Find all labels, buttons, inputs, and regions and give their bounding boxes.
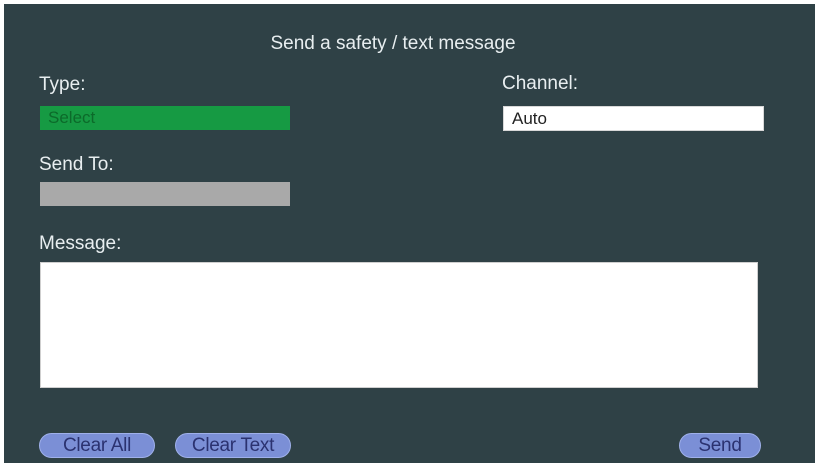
send-to-label: Send To: [39, 154, 114, 175]
send-button[interactable]: Send [679, 433, 761, 458]
channel-label: Channel: [502, 73, 579, 94]
message-dialog: Send a safety / text message Type: Selec… [4, 4, 815, 463]
clear-all-button[interactable]: Clear All [39, 433, 155, 458]
message-label: Message: [39, 233, 122, 254]
type-select[interactable]: Select [40, 106, 290, 130]
message-textarea[interactable] [40, 262, 758, 388]
channel-select[interactable]: Auto [503, 106, 764, 131]
type-label: Type: [39, 74, 86, 95]
send-to-field[interactable] [40, 182, 290, 206]
clear-text-button[interactable]: Clear Text [175, 433, 291, 458]
dialog-title: Send a safety / text message [270, 33, 516, 54]
